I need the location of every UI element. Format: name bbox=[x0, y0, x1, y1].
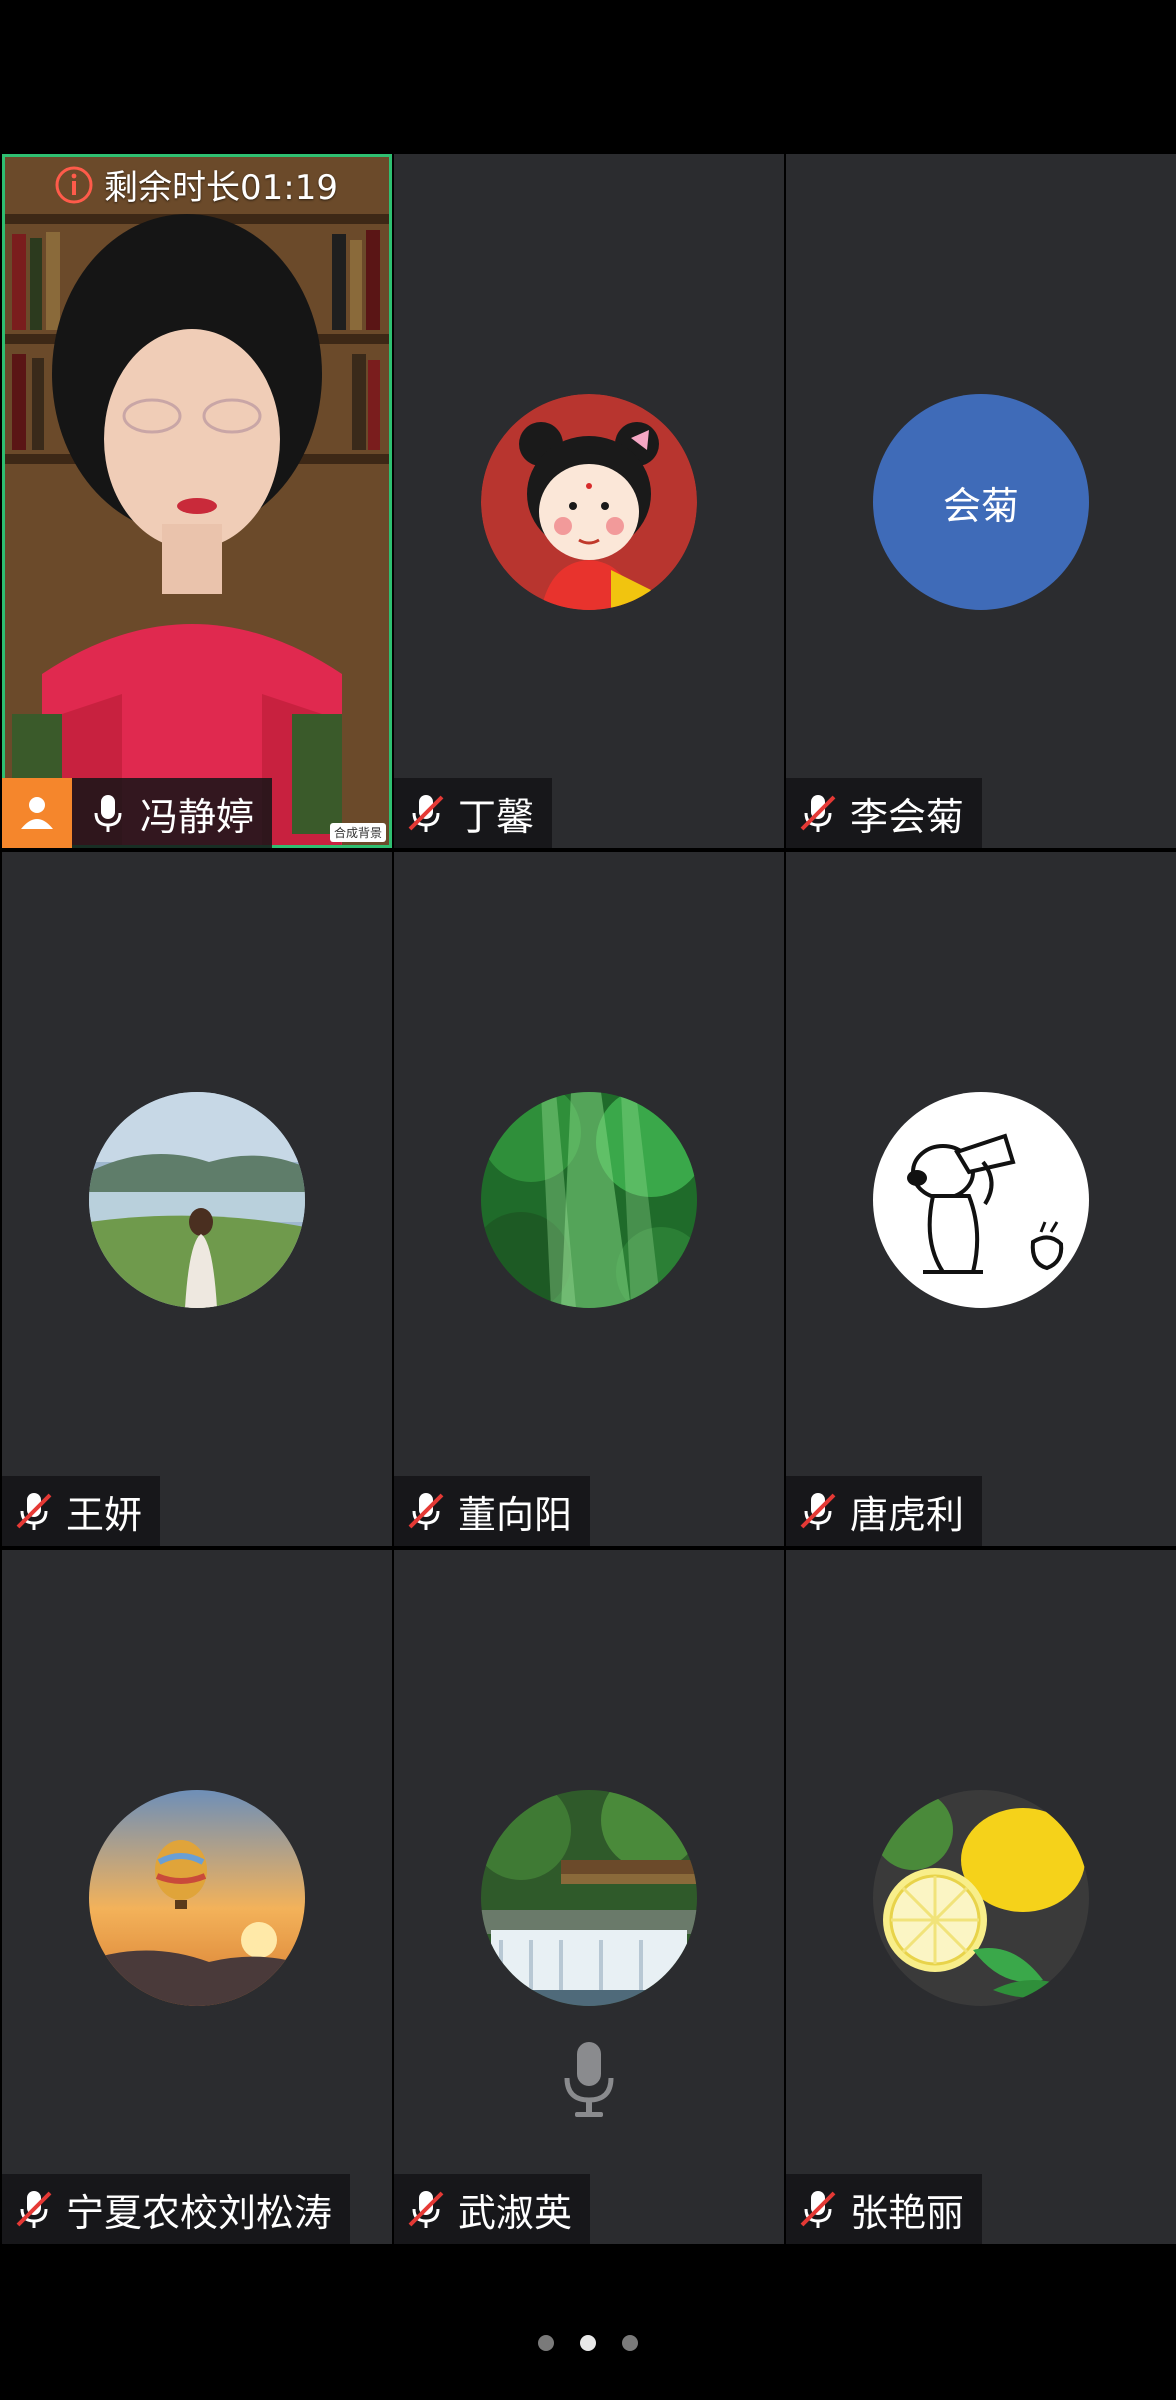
virtual-background-badge: 合成背景 bbox=[329, 823, 386, 842]
name-bar: 丁馨 bbox=[394, 778, 553, 848]
participant-name: 张艳丽 bbox=[850, 2190, 965, 2235]
participant-tile[interactable]: 丁馨 bbox=[394, 154, 784, 848]
name-bar: 王妍 bbox=[2, 1476, 161, 1546]
mic-muted-icon bbox=[408, 2191, 444, 2228]
waterfall-avatar bbox=[481, 1790, 697, 2006]
timer-text: 剩余时长01:19 bbox=[104, 168, 338, 208]
participant-name: 武淑英 bbox=[458, 2190, 573, 2235]
mic-on-icon bbox=[94, 795, 122, 832]
host-badge bbox=[2, 778, 72, 848]
snoopy-avatar bbox=[873, 1092, 1089, 1308]
participant-tile[interactable]: 唐虎利 bbox=[786, 852, 1176, 1546]
participant-tile-host[interactable]: 剩余时长01:19 冯静婷 合成背景 bbox=[2, 154, 392, 848]
participant-name: 宁夏农校刘松涛 bbox=[66, 2190, 333, 2235]
hot-air-balloon-avatar bbox=[89, 1790, 305, 2006]
lemon-avatar bbox=[873, 1790, 1089, 2006]
name-bar: 张艳丽 bbox=[786, 2174, 983, 2244]
page-indicator[interactable] bbox=[0, 2335, 1176, 2351]
speaking-mic-icon bbox=[564, 2042, 614, 2117]
mic-muted-icon bbox=[408, 795, 444, 832]
name-bar: 李会菊 bbox=[786, 778, 983, 848]
participant-name: 唐虎利 bbox=[850, 1492, 965, 1537]
lake-landscape-avatar bbox=[89, 1092, 305, 1308]
name-bar: 冯静婷 bbox=[2, 778, 273, 848]
name-bar: 董向阳 bbox=[394, 1476, 591, 1546]
participant-tile[interactable]: 张艳丽 bbox=[786, 1550, 1176, 2244]
mic-muted-icon bbox=[800, 795, 836, 832]
mic-muted-icon bbox=[16, 2191, 52, 2228]
video-feed bbox=[2, 154, 392, 848]
text-avatar: 会菊 bbox=[873, 394, 1089, 610]
mic-muted-icon bbox=[408, 1493, 444, 1530]
info-icon bbox=[55, 166, 93, 203]
participant-name: 董向阳 bbox=[458, 1492, 573, 1537]
participant-tile[interactable]: 宁夏农校刘松涛 bbox=[2, 1550, 392, 2244]
participant-tile[interactable]: 武淑英 bbox=[394, 1550, 784, 2244]
page-dot[interactable] bbox=[622, 2335, 638, 2351]
page-dot[interactable] bbox=[538, 2335, 554, 2351]
page-dot-active[interactable] bbox=[580, 2335, 596, 2351]
mic-muted-icon bbox=[800, 1493, 836, 1530]
participant-tile[interactable]: 董向阳 bbox=[394, 852, 784, 1546]
mic-muted-icon bbox=[16, 1493, 52, 1530]
video-grid: 剩余时长01:19 冯静婷 合成背景 丁馨 会菊 李会菊 王妍 董向阳 唐虎利 … bbox=[0, 152, 1176, 2244]
name-bar: 宁夏农校刘松涛 bbox=[2, 2174, 351, 2244]
participant-tile[interactable]: 王妍 bbox=[2, 852, 392, 1546]
participant-tile[interactable]: 会菊 李会菊 bbox=[786, 154, 1176, 848]
person-icon bbox=[21, 797, 53, 829]
participant-name: 冯静婷 bbox=[140, 794, 255, 839]
mic-muted-icon bbox=[800, 2191, 836, 2228]
remaining-time: 剩余时长01:19 bbox=[54, 160, 338, 209]
participant-name: 丁馨 bbox=[458, 794, 535, 839]
cartoon-girl-avatar bbox=[481, 394, 697, 610]
participant-name: 王妍 bbox=[66, 1492, 143, 1537]
participant-name: 李会菊 bbox=[850, 794, 965, 839]
name-bar: 唐虎利 bbox=[786, 1476, 983, 1546]
avatar-initials: 会菊 bbox=[942, 483, 1019, 528]
name-bar: 武淑英 bbox=[394, 2174, 591, 2244]
green-forest-avatar bbox=[481, 1092, 697, 1308]
